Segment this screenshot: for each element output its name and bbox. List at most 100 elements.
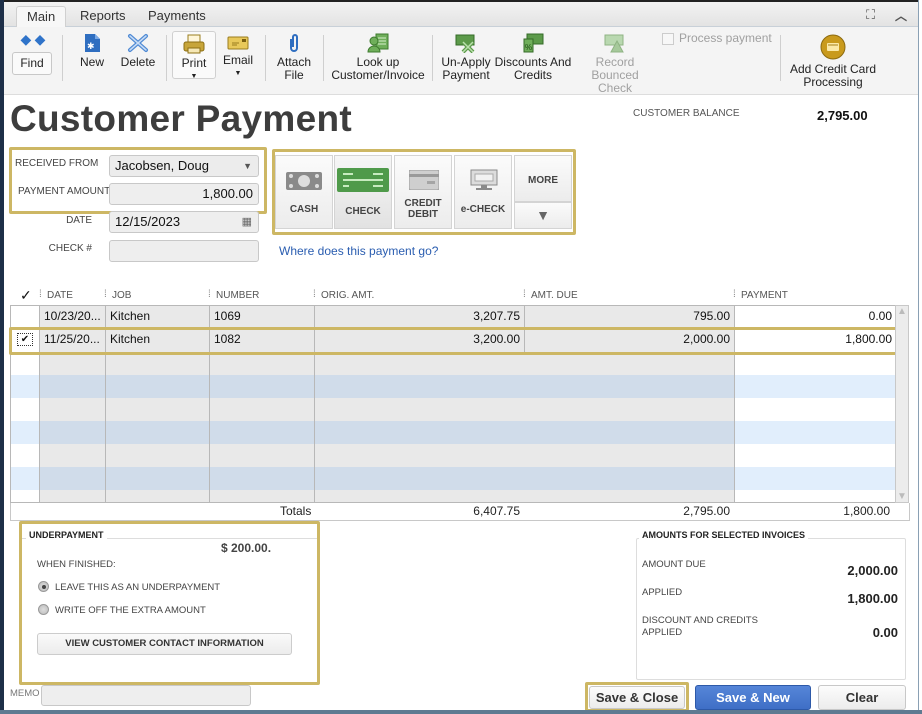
save-close-button[interactable]: Save & Close	[589, 686, 685, 709]
toolbar-divider	[62, 35, 63, 81]
scroll-down-arrow-icon[interactable]: ▼	[897, 491, 907, 502]
tab-main[interactable]: Main	[16, 6, 67, 28]
email-button[interactable]: Email ▼	[220, 35, 256, 80]
header-amt-due[interactable]: AMT. DUE	[531, 290, 578, 301]
attach-label-2: File	[284, 68, 304, 82]
discount-credits-label-2: APPLIED	[642, 627, 683, 638]
empty-row	[11, 421, 896, 444]
addcc-label-1: Add Credit Card	[789, 62, 877, 76]
radio-leave-underpayment[interactable]	[38, 581, 49, 592]
add-credit-card-processing-button[interactable]: Add Credit Card Processing	[786, 34, 880, 89]
check-number-label: CHECK #	[48, 243, 92, 254]
window-frame-left	[0, 0, 4, 714]
discounts-and-credits-button[interactable]: % Discounts And Credits	[494, 33, 572, 82]
header-payment[interactable]: PAYMENT	[741, 290, 788, 301]
unapply-label-2: Payment	[442, 68, 490, 82]
column-divider: ⁞	[523, 289, 526, 300]
column-divider: ⁞	[104, 289, 107, 300]
cell-orig-amt: 3,207.75	[315, 306, 525, 329]
record-bounced-check-button: Record Bounced Check	[574, 33, 656, 95]
print-dropdown-caret-icon[interactable]: ▼	[173, 70, 215, 83]
payment-method-credit-debit[interactable]: CREDIT DEBIT	[394, 155, 452, 229]
column-divider: ⁞	[39, 289, 42, 300]
row-checkbox[interactable]	[11, 306, 40, 329]
radio-write-off[interactable]	[38, 604, 49, 615]
totals-amt-due: 2,795.00	[683, 504, 730, 518]
table-scrollbar[interactable]: ▲ ▼	[895, 305, 909, 503]
payment-method-check[interactable]: CHECK	[334, 155, 392, 229]
received-from-dropdown[interactable]: Jacobsen, Doug ▼	[109, 155, 259, 177]
cell-payment[interactable]: 0.00	[735, 306, 896, 329]
received-from-value: Jacobsen, Doug	[115, 158, 209, 173]
delete-x-icon	[128, 34, 148, 52]
header-job[interactable]: JOB	[112, 290, 131, 301]
toolbar-divider	[166, 35, 167, 81]
amounts-selected-title: AMOUNTS FOR SELECTED INVOICES	[639, 530, 809, 540]
view-customer-contact-button[interactable]: VIEW CUSTOMER CONTACT INFORMATION	[37, 633, 292, 655]
discounts-label-1: Discounts And	[494, 55, 572, 69]
expand-icon[interactable]: ⛶	[866, 7, 875, 23]
calendar-icon[interactable]: ▦	[242, 212, 252, 232]
addcc-label-2: Processing	[803, 75, 863, 89]
toolbar: ◆ ◆ Find ✱ New Delete Print ▼ Email ▼ At…	[4, 27, 918, 95]
toolbar-divider	[323, 35, 324, 81]
empty-row	[11, 352, 896, 375]
cell-date: 10/23/20...	[40, 306, 106, 329]
payment-method-more[interactable]: MORE	[514, 155, 572, 202]
chevron-down-icon[interactable]: ▼	[243, 156, 252, 176]
attach-label-1: Attach	[276, 55, 312, 69]
payment-method-echeck[interactable]: e-CHECK	[454, 155, 512, 229]
new-document-icon: ✱	[85, 34, 100, 52]
page-title: Customer Payment	[10, 98, 353, 139]
lookup-customer-invoice-button[interactable]: Look up Customer/Invoice	[330, 33, 426, 82]
received-from-label: RECEIVED FROM	[15, 158, 99, 169]
payment-amount-input[interactable]: 1,800.00	[109, 183, 259, 205]
write-off-label[interactable]: WRITE OFF THE EXTRA AMOUNT	[55, 605, 206, 616]
tab-reports[interactable]: Reports	[70, 6, 136, 28]
date-input[interactable]: 12/15/2023 ▦	[109, 211, 259, 233]
applied-value: 1,800.00	[847, 591, 898, 606]
header-date[interactable]: DATE	[47, 290, 73, 301]
underpayment-amount: $ 200.00.	[221, 541, 272, 555]
unapply-payment-button[interactable]: Un-Apply Payment	[440, 33, 492, 82]
memo-label: MEMO	[10, 688, 40, 699]
where-does-payment-go-link[interactable]: Where does this payment go?	[279, 244, 438, 258]
new-button[interactable]: ✱ New	[74, 33, 110, 69]
more-dropdown-button[interactable]: ▼	[514, 202, 572, 229]
forward-arrow-icon[interactable]: ◆	[35, 31, 46, 47]
paperclip-icon	[290, 34, 298, 52]
column-divider: ⁞	[733, 289, 736, 300]
email-dropdown-caret-icon[interactable]: ▼	[220, 67, 256, 80]
new-label: New	[79, 55, 104, 69]
print-button[interactable]: Print ▼	[172, 31, 216, 80]
bounced-label-1: Record	[595, 55, 635, 69]
email-envelope-icon	[227, 36, 249, 50]
process-payment-checkbox: Process payment	[662, 32, 772, 45]
save-new-button[interactable]: Save & New	[695, 685, 811, 710]
lookup-customer-icon	[367, 33, 389, 53]
memo-input[interactable]	[41, 685, 251, 706]
tab-payments[interactable]: Payments	[138, 6, 216, 28]
credit-label-2: DEBIT	[408, 209, 438, 220]
more-label: MORE	[528, 175, 558, 186]
clear-button[interactable]: Clear	[818, 685, 906, 710]
header-number[interactable]: NUMBER	[216, 290, 259, 301]
payment-method-cash[interactable]: CASH	[275, 155, 333, 229]
bounced-label-2: Bounced Check	[591, 68, 639, 95]
find-button[interactable]: Find	[12, 52, 52, 75]
date-value: 12/15/2023	[115, 214, 181, 229]
delete-button[interactable]: Delete	[118, 33, 158, 69]
discount-tag-icon: %	[523, 33, 544, 53]
check-number-input[interactable]	[109, 240, 259, 262]
leave-underpayment-label[interactable]: LEAVE THIS AS AN UNDERPAYMENT	[55, 582, 220, 593]
bounced-check-warning-icon	[604, 34, 624, 53]
attach-file-button[interactable]: Attach File	[274, 33, 314, 82]
lookup-label-1: Look up	[356, 55, 400, 69]
cell-number: 1069	[210, 306, 315, 329]
table-row[interactable]: 10/23/20... Kitchen 1069 3,207.75 795.00…	[11, 306, 896, 329]
collapse-icon[interactable]: ︿	[895, 7, 907, 24]
back-arrow-icon[interactable]: ◆	[21, 31, 32, 47]
scroll-up-arrow-icon[interactable]: ▲	[897, 306, 907, 317]
header-orig-amt[interactable]: ORIG. AMT.	[321, 290, 374, 301]
select-all-check-header[interactable]: ✓	[20, 287, 32, 304]
